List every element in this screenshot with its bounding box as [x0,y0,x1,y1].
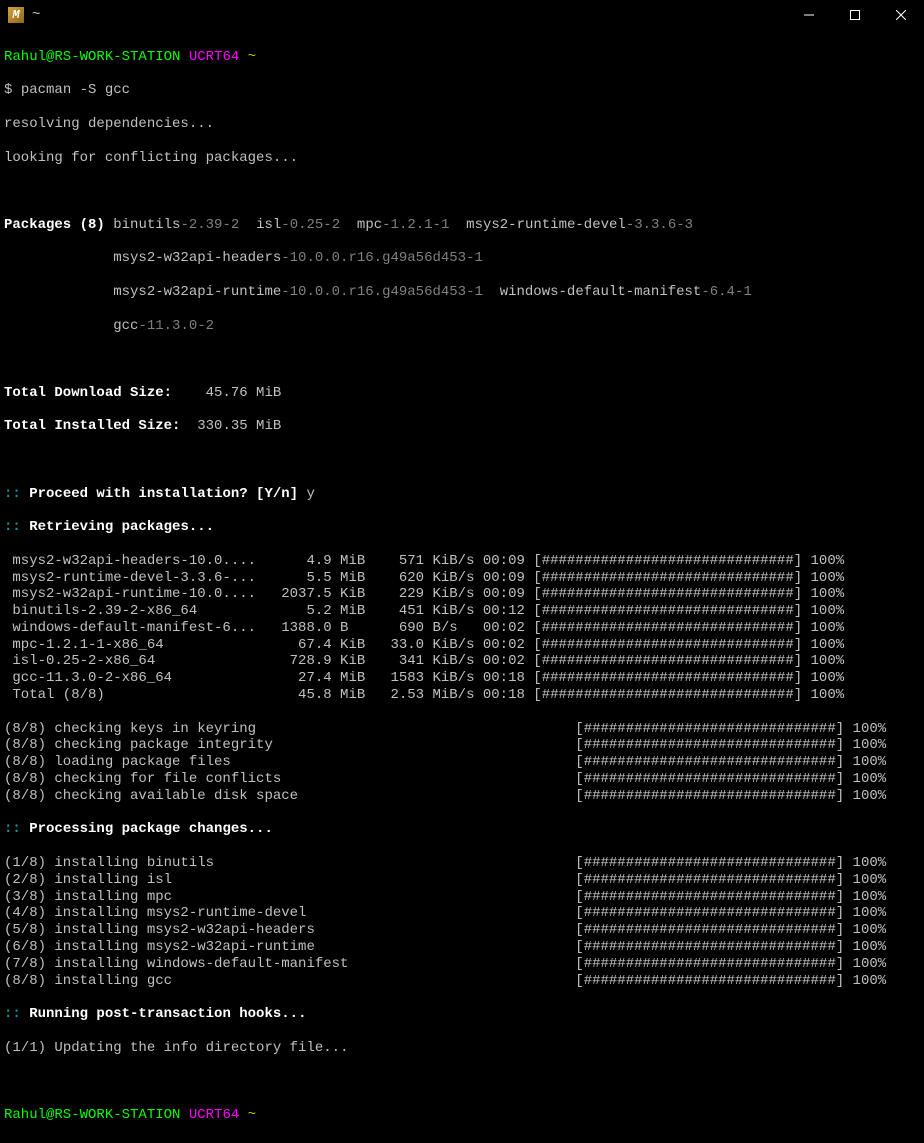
retrieving-line: :: Retrieving packages... [4,519,920,536]
titlebar-left: M ~ [8,7,40,24]
command-text: pacman -S gcc [21,82,130,98]
download-row: binutils-2.39-2-x86_64 5.2 MiB 451 KiB/s… [4,603,920,620]
resolving-line: resolving dependencies... [4,116,920,133]
download-row: gcc-11.3.0-2-x86_64 27.4 MiB 1583 KiB/s … [4,670,920,687]
packages-line-2: msys2-w32api-headers-10.0.0.r16.g49a56d4… [4,250,920,267]
packages-line-4: gcc-11.3.0-2 [4,318,920,335]
download-row: mpc-1.2.1-1-x86_64 67.4 KiB 33.0 KiB/s 0… [4,637,920,654]
download-row: Total (8/8) 45.8 MiB 2.53 MiB/s 00:18 [#… [4,687,920,704]
minimize-icon [804,10,814,20]
hook-step-line: (1/1) Updating the info directory file..… [4,1040,920,1057]
hooks-line: :: Running post-transaction hooks... [4,1006,920,1023]
install-row: (5/8) installing msys2-w32api-headers [#… [4,922,920,939]
install-row: (7/8) installing windows-default-manifes… [4,956,920,973]
command-line: $ pacman -S gcc [4,82,920,99]
maximize-button[interactable] [832,0,878,30]
prompt-line-2: Rahul@RS-WORK-STATION UCRT64 ~ [4,1107,920,1124]
prompt-env: UCRT64 [189,49,239,65]
terminal-output[interactable]: Rahul@RS-WORK-STATION UCRT64 ~ $ pacman … [0,30,924,1143]
install-row: (3/8) installing mpc [##################… [4,889,920,906]
blank-line [4,351,920,368]
msys2-icon: M [8,7,24,23]
proceed-line: :: Proceed with installation? [Y/n] y [4,486,920,503]
install-row: (2/8) installing isl [##################… [4,872,920,889]
packages-line-1: Packages (8) binutils-2.39-2 isl-0.25-2 … [4,217,920,234]
window-title: ~ [32,7,40,24]
conflict-line: looking for conflicting packages... [4,150,920,167]
check-row: (8/8) checking for file conflicts [#####… [4,771,920,788]
window-titlebar: M ~ [0,0,924,30]
prompt-symbol: $ [4,82,12,98]
prompt-user-host: Rahul@RS-WORK-STATION [4,49,180,65]
install-row: (4/8) installing msys2-runtime-devel [##… [4,905,920,922]
total-installed: Total Installed Size: 330.35 MiB [4,418,920,435]
download-row: msys2-w32api-headers-10.0.... 4.9 MiB 57… [4,553,920,570]
prompt-line-1: Rahul@RS-WORK-STATION UCRT64 ~ [4,49,920,66]
blank-line [4,183,920,200]
window-controls [786,0,924,30]
blank-line [4,452,920,469]
total-download: Total Download Size: 45.76 MiB [4,385,920,402]
download-row: msys2-runtime-devel-3.3.6-... 5.5 MiB 62… [4,570,920,587]
install-row: (8/8) installing gcc [##################… [4,973,920,990]
blank-line [4,1073,920,1090]
prompt-path: ~ [248,49,256,65]
check-row: (8/8) loading package files [###########… [4,754,920,771]
close-button[interactable] [878,0,924,30]
packages-header: Packages (8) [4,217,105,233]
maximize-icon [850,10,860,20]
download-row: msys2-w32api-runtime-10.0.... 2037.5 KiB… [4,586,920,603]
packages-line-3: msys2-w32api-runtime-10.0.0.r16.g49a56d4… [4,284,920,301]
download-row: windows-default-manifest-6... 1388.0 B 6… [4,620,920,637]
close-icon [896,10,906,20]
processing-line: :: Processing package changes... [4,821,920,838]
minimize-button[interactable] [786,0,832,30]
install-row: (6/8) installing msys2-w32api-runtime [#… [4,939,920,956]
download-row: isl-0.25-2-x86_64 728.9 KiB 341 KiB/s 00… [4,653,920,670]
check-row: (8/8) checking keys in keyring [########… [4,721,920,738]
check-row: (8/8) checking available disk space [###… [4,788,920,805]
install-row: (1/8) installing binutils [#############… [4,855,920,872]
